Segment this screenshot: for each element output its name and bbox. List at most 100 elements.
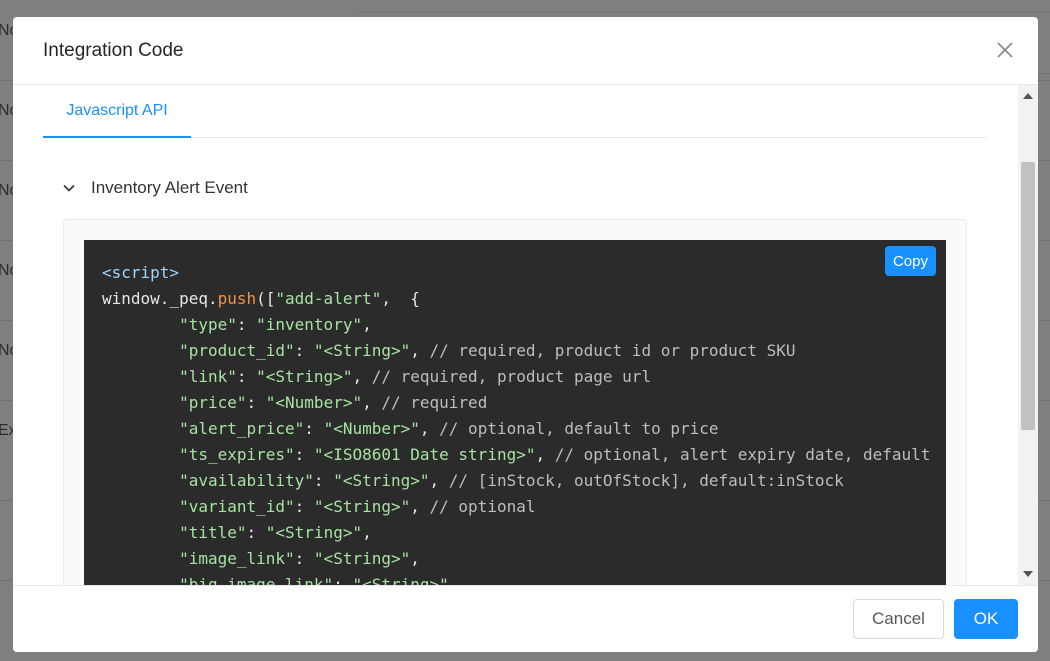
- chevron-down-icon: [63, 184, 75, 192]
- code-token: "<String>": [313, 549, 411, 568]
- collapse-panel-title: Inventory Alert Event: [91, 178, 248, 197]
- code-token: :: [294, 341, 314, 360]
- code-token: ,: [410, 549, 420, 568]
- collapse-panel-header[interactable]: Inventory Alert Event: [63, 177, 248, 199]
- code-token: // optional, default to price: [439, 419, 719, 438]
- code-token: :: [246, 393, 266, 412]
- code-token: "type": [179, 315, 237, 334]
- code-line: "alert_price": "<Number>", // optional, …: [102, 416, 930, 442]
- code-line: "link": "<String>", // required, product…: [102, 364, 930, 390]
- code-token: "image_link": [179, 549, 295, 568]
- modal-footer: Cancel OK: [13, 585, 1038, 652]
- code-token: ,: [429, 471, 449, 490]
- tab-label: Javascript API: [66, 102, 168, 119]
- code-token: "title": [179, 523, 247, 542]
- code-line: "image_link": "<String>",: [102, 546, 930, 572]
- code-token: :: [333, 575, 353, 585]
- collapse-panel-content: <script> window._peq.push(["add-alert", {…: [63, 219, 967, 585]
- code-token: "ts_expires": [179, 445, 295, 464]
- code-token: "<String>": [333, 471, 430, 490]
- code-token: "<String>": [265, 523, 363, 542]
- code-token: ,: [352, 367, 372, 386]
- modal-body: Javascript API Inventory Alert Event <sc…: [13, 85, 1038, 585]
- code-token: ,: [362, 393, 382, 412]
- code-line: "type": "inventory",: [102, 312, 930, 338]
- code-token: ([: [256, 289, 276, 308]
- modal-scrollbar[interactable]: [1018, 85, 1038, 585]
- code-token: "link": [179, 367, 237, 386]
- code-token: push: [217, 289, 257, 308]
- code-token: "<Number>": [323, 419, 420, 438]
- code-token: :: [246, 523, 266, 542]
- code-token: "alert_price": [179, 419, 305, 438]
- close-button[interactable]: [994, 39, 1016, 61]
- tab-javascript-api[interactable]: Javascript API: [43, 85, 191, 138]
- code-token: "<Number>": [265, 393, 363, 412]
- code-line: "price": "<Number>", // required: [102, 390, 930, 416]
- code-token: :: [294, 549, 314, 568]
- cancel-button[interactable]: Cancel: [853, 599, 944, 639]
- scroll-up-arrow-icon[interactable]: [1023, 93, 1033, 99]
- code-token: :: [313, 471, 334, 490]
- code-token: ,: [448, 575, 459, 585]
- code-token: :: [294, 445, 314, 464]
- code-token: , {: [381, 289, 420, 308]
- code-token: "product_id": [179, 341, 295, 360]
- code-line: "variant_id": "<String>", // optional: [102, 494, 930, 520]
- code-token: :: [236, 315, 257, 334]
- code-token: ,: [362, 523, 372, 542]
- code-token: "price": [179, 393, 247, 412]
- modal-title: Integration Code: [43, 40, 184, 61]
- code-token: :: [304, 419, 324, 438]
- code-line: "product_id": "<String>", // required, p…: [102, 338, 930, 364]
- code-token: // required, product page url: [371, 367, 652, 386]
- code-token: ,: [410, 497, 430, 516]
- code-token: "<String>": [313, 497, 411, 516]
- code-token: // optional, alert expiry date, default: [554, 445, 931, 464]
- code-token: // optional: [429, 497, 536, 516]
- code-token: // [inStock, outOfStock], default:inStoc…: [448, 471, 844, 490]
- code-token: "big_image_link": [179, 575, 334, 585]
- modal-header: Integration Code: [13, 17, 1038, 85]
- code-line: "ts_expires": "<ISO8601 Date string>", /…: [102, 442, 930, 468]
- code-token: "add-alert": [275, 289, 382, 308]
- code-token: // required, product id or product SKU: [429, 341, 796, 360]
- close-icon: [997, 42, 1013, 58]
- code-token: "<String>": [352, 575, 449, 585]
- code-token: window._peq.: [102, 289, 218, 308]
- code-token: ,: [535, 445, 555, 464]
- tabs-bar: Javascript API: [43, 85, 987, 138]
- scrollbar-thumb[interactable]: [1021, 162, 1035, 430]
- code-token: "inventory": [256, 315, 363, 334]
- code-token: :: [294, 497, 314, 516]
- code-line: "availability": "<String>", // [inStock,…: [102, 468, 930, 494]
- code-line: <script>: [102, 260, 930, 286]
- code-line: "title": "<String>",: [102, 520, 930, 546]
- code-token: // required: [381, 393, 488, 412]
- copy-button[interactable]: Copy: [884, 246, 936, 276]
- code-token: "availability": [179, 471, 314, 490]
- code-token: <script>: [102, 263, 180, 282]
- code-line: "big_image_link": "<String>",: [102, 572, 930, 585]
- code-token: "variant_id": [179, 497, 295, 516]
- code-token: :: [236, 367, 257, 386]
- code-token: "<ISO8601 Date string>": [313, 445, 536, 464]
- code-block: <script> window._peq.push(["add-alert", {…: [84, 240, 946, 585]
- scroll-down-arrow-icon[interactable]: [1023, 571, 1033, 577]
- code-text: <script> window._peq.push(["add-alert", {…: [102, 260, 930, 585]
- code-token: ,: [362, 315, 372, 334]
- code-token: ,: [410, 341, 430, 360]
- ok-button[interactable]: OK: [954, 599, 1018, 639]
- code-token: ,: [419, 419, 440, 438]
